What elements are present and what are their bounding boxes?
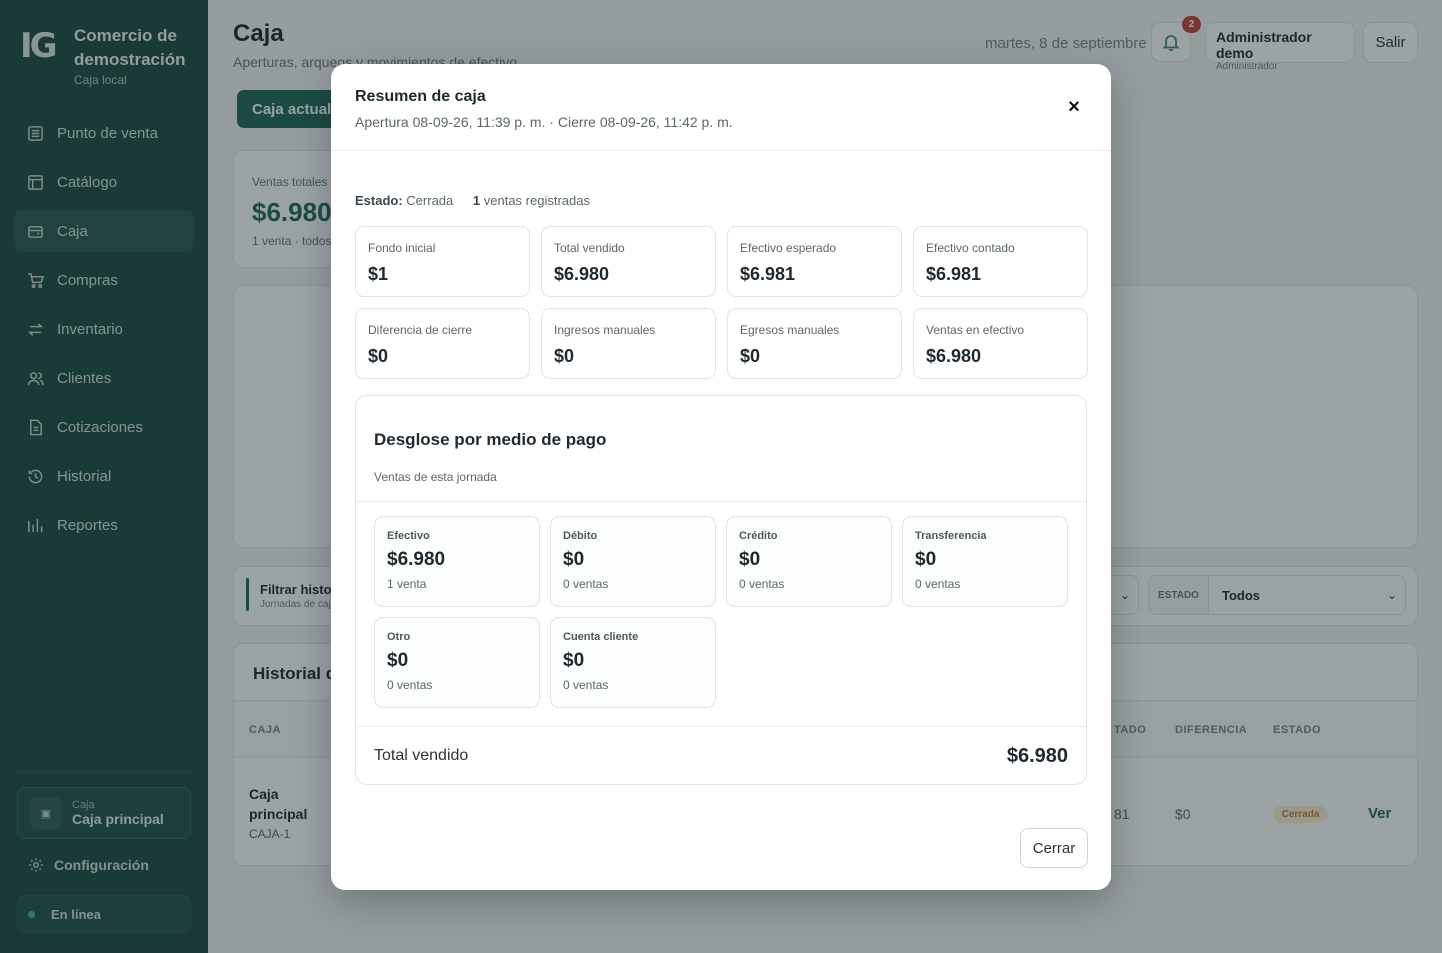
method-label: Transferencia: [915, 530, 987, 542]
stat-label: Egresos manuales: [740, 323, 840, 337]
method-value: $0: [387, 650, 409, 671]
stat-value: $1: [368, 264, 389, 284]
method-label: Débito: [563, 530, 598, 542]
stat-card: Diferencia de cierre $0: [355, 308, 530, 379]
stat-card: Efectivo contado $6.981: [913, 226, 1088, 297]
method-count: 0 ventas: [915, 577, 961, 591]
payment-method-card: Débito $0 0 ventas: [550, 516, 716, 607]
register-summary-modal: Resumen de caja Apertura 08-09-26, 11:39…: [331, 64, 1111, 890]
stat-card: Ingresos manuales $0: [541, 308, 716, 379]
payment-method-card: Cuenta cliente $0 0 ventas: [550, 617, 716, 708]
stat-card: Ventas en efectivo $6.980: [913, 308, 1088, 379]
status-value: Cerrada: [406, 193, 454, 208]
breakdown-header: Desglose por medio de pago Ventas de est…: [356, 396, 1086, 502]
method-value: $0: [915, 549, 937, 570]
method-count: 0 ventas: [387, 678, 433, 692]
sales-count: 1: [472, 193, 481, 208]
method-label: Efectivo: [387, 530, 430, 542]
stat-value: $6.981: [926, 264, 982, 284]
modal-title: Resumen de caja: [355, 88, 486, 105]
modal-header: Resumen de caja Apertura 08-09-26, 11:39…: [331, 64, 1111, 151]
method-count: 0 ventas: [563, 678, 609, 692]
total-value: $6.980: [1006, 744, 1068, 767]
stat-card: Total vendido $6.980: [541, 226, 716, 297]
stat-label: Total vendido: [554, 241, 625, 255]
stat-card: Egresos manuales $0: [727, 308, 902, 379]
stat-value: $6.980: [926, 346, 982, 366]
stat-label: Ingresos manuales: [554, 323, 656, 337]
modal-subtitle: Apertura 08-09-26, 11:39 p. m. · Cierre …: [355, 114, 733, 130]
payment-method-card: Transferencia $0 0 ventas: [902, 516, 1068, 607]
payment-method-card: Otro $0 0 ventas: [374, 617, 540, 708]
stat-card: Efectivo esperado $6.981: [727, 226, 902, 297]
close-button[interactable]: Cerrar: [1020, 828, 1088, 868]
stat-value: $6.981: [740, 264, 796, 284]
method-value: $0: [739, 549, 761, 570]
method-count: 1 venta: [387, 577, 427, 591]
stat-value: $0: [368, 346, 389, 366]
status-line: Estado: Cerrada 1 ventas registradas: [355, 193, 590, 208]
stat-label: Efectivo contado: [926, 241, 1015, 255]
stat-card: Fondo inicial $1: [355, 226, 530, 297]
breakdown-subtitle: Ventas de esta jornada: [374, 470, 497, 484]
stat-label: Diferencia de cierre: [368, 323, 473, 337]
payment-method-card: Efectivo $6.980 1 venta: [374, 516, 540, 607]
method-value: $6.980: [387, 549, 446, 570]
total-label: Total vendido: [374, 747, 469, 764]
method-value: $0: [563, 549, 585, 570]
method-label: Cuenta cliente: [563, 631, 639, 643]
payment-method-card: Crédito $0 0 ventas: [726, 516, 892, 607]
sales-count-label: ventas registradas: [483, 193, 590, 208]
status-label: Estado:: [355, 193, 403, 208]
stat-label: Fondo inicial: [368, 241, 436, 255]
method-value: $0: [563, 650, 585, 671]
close-icon[interactable]: ×: [1063, 96, 1085, 118]
stat-value: $0: [740, 346, 761, 366]
method-count: 0 ventas: [563, 577, 609, 591]
stat-label: Ventas en efectivo: [926, 323, 1025, 337]
stat-value: $0: [554, 346, 575, 366]
method-label: Otro: [387, 631, 411, 643]
method-count: 0 ventas: [739, 577, 785, 591]
stat-label: Efectivo esperado: [740, 241, 837, 255]
breakdown-title: Desglose por medio de pago: [374, 430, 607, 449]
breakdown-total: Total vendido $6.980: [356, 726, 1086, 785]
method-label: Crédito: [739, 530, 778, 542]
stat-value: $6.980: [554, 264, 610, 284]
summary-stats: Fondo inicial $1 Total vendido $6.980 Efec…: [355, 226, 1088, 379]
payment-breakdown: Desglose por medio de pago Ventas de est…: [355, 395, 1087, 785]
payment-methods: Efectivo $6.980 1 venta Débito $0 0 ventas C…: [374, 516, 1070, 708]
